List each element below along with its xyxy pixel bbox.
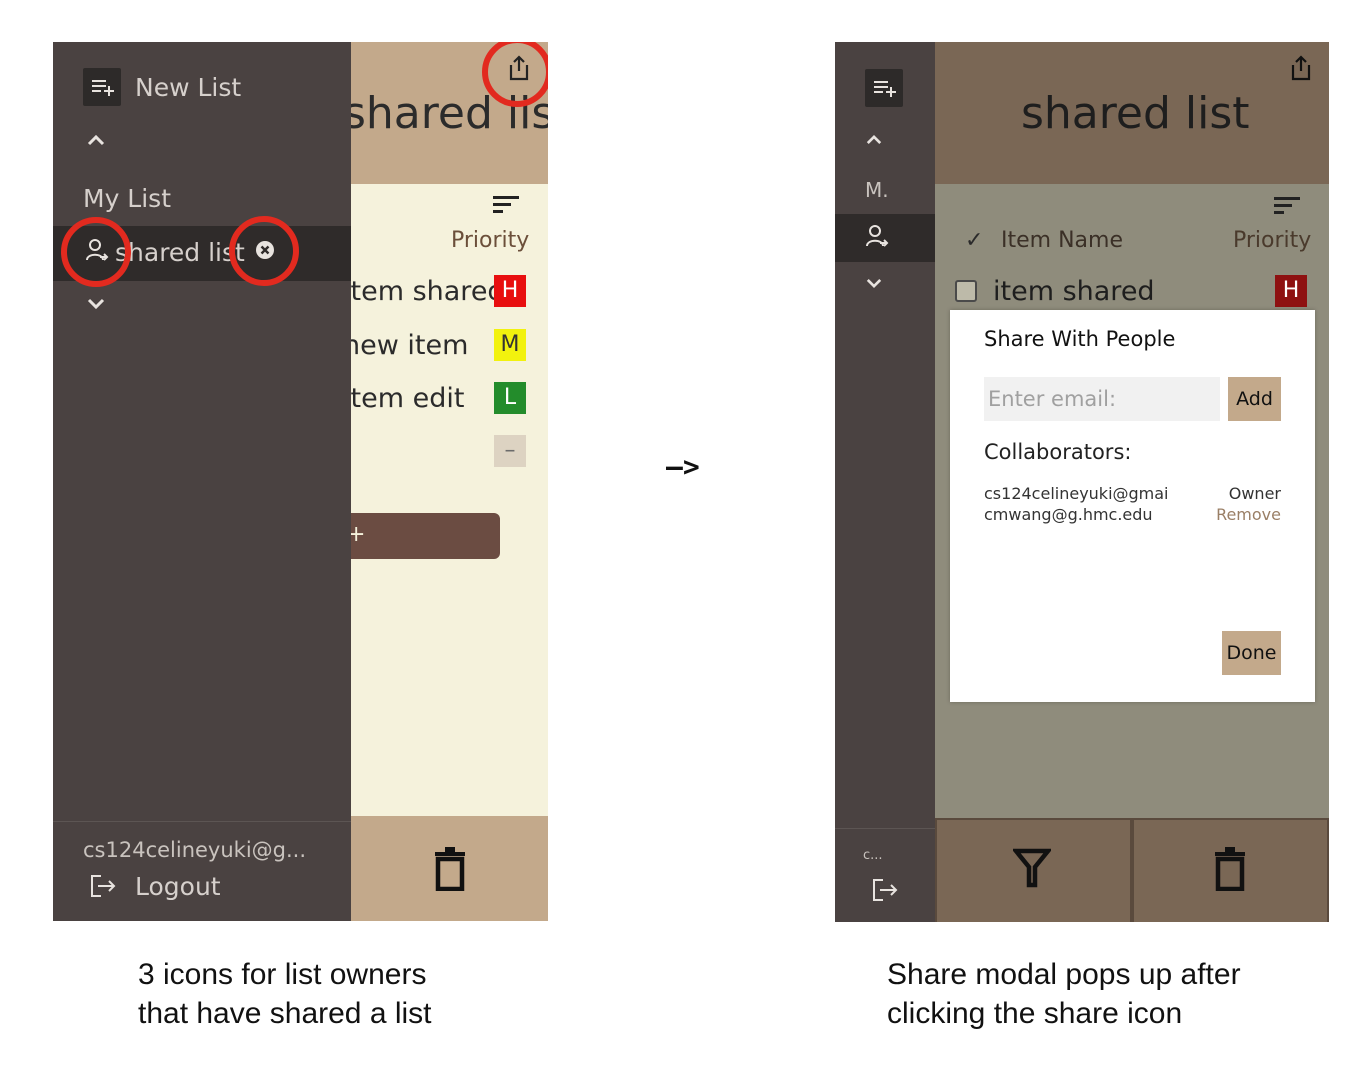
shared-user-icon [865,224,889,250]
chevron-down-icon[interactable] [866,278,882,289]
logout-label[interactable]: Logout [135,872,221,901]
drawer-divider [53,821,351,822]
item-name-column-header[interactable]: Item Name [1001,228,1123,253]
highlight-ring-share [482,42,548,107]
new-list-icon[interactable] [83,68,121,106]
highlight-ring-user [61,217,131,287]
list-item[interactable]: new item [343,330,468,361]
item-checkbox[interactable] [955,280,977,302]
new-list-icon[interactable] [865,69,903,107]
priority-column-header[interactable]: Priority [451,228,529,253]
right-caption: Share modal pops up after clicking the s… [887,955,1241,1033]
caption-line: 3 icons for list owners [138,958,427,991]
highlight-ring-close [229,216,299,286]
caption-line: that have shared a list [138,997,432,1030]
list-item[interactable]: item shared [343,276,505,307]
chevron-up-icon[interactable] [87,134,105,146]
new-list-label[interactable]: New List [135,73,241,102]
left-caption: 3 icons for list owners that have shared… [138,955,432,1033]
list-item[interactable]: item shared [993,276,1155,307]
add-collaborator-button[interactable]: Add [1228,377,1281,421]
right-screenshot: M. c... shared list ✓ Item Name Priority… [835,42,1329,922]
priority-badge-medium[interactable]: M [494,329,526,361]
logout-icon[interactable] [871,878,899,902]
chevron-down-icon[interactable] [87,298,105,310]
list-item[interactable]: item edit [343,383,464,414]
trash-icon[interactable] [433,847,467,891]
collaborator-email: cs124celineyuki@gmai [984,484,1169,503]
priority-column-header[interactable]: Priority [1233,228,1311,253]
caption-line: clicking the share icon [887,997,1183,1030]
section-title-collapsed[interactable]: M. [865,178,889,202]
filter-icon[interactable] [1013,848,1051,888]
sort-icon[interactable] [493,195,519,215]
modal-title: Share With People [984,327,1176,351]
priority-badge-high[interactable]: H [494,275,526,307]
checked-column-header[interactable]: ✓ [965,228,983,253]
collaborator-email: cmwang@g.hmc.edu [984,505,1153,524]
priority-badge-low[interactable]: L [494,382,526,414]
remove-collaborator-link[interactable]: Remove [1216,505,1281,524]
sort-icon[interactable] [1274,196,1300,216]
user-email: cs124celineyuki@g... [83,838,307,862]
done-button[interactable]: Done [1222,631,1281,675]
email-input[interactable] [984,377,1220,421]
priority-badge-none[interactable]: – [494,435,526,467]
transition-arrow: –> [666,450,700,483]
share-icon[interactable] [1289,54,1313,82]
sidebar-divider [835,828,935,829]
chevron-up-icon[interactable] [866,134,882,145]
share-modal: Share With People Add Collaborators: cs1… [950,310,1315,702]
collaborator-role-owner: Owner [1228,484,1281,503]
trash-icon[interactable] [1213,847,1247,891]
list-title: shared list [1021,88,1250,139]
user-email-collapsed: c... [863,848,883,863]
collaborators-heading: Collaborators: [984,440,1132,464]
priority-badge-high[interactable]: H [1275,275,1307,307]
drawer-item-label[interactable]: shared list [115,238,245,267]
caption-line: Share modal pops up after [887,958,1241,991]
side-drawer [53,42,351,921]
left-screenshot: shared list Priority item shared H new i… [53,42,548,921]
section-title[interactable]: My List [83,184,171,213]
logout-icon[interactable] [89,874,117,898]
